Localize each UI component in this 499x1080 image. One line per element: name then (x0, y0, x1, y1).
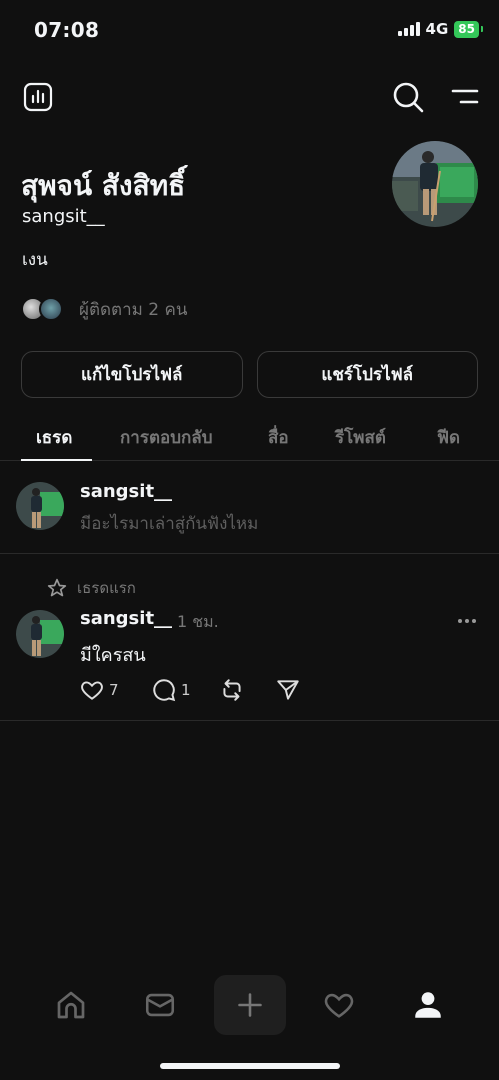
composer-username: sangsit__ (80, 481, 173, 502)
home-icon[interactable] (35, 975, 107, 1035)
more-options-icon[interactable] (458, 619, 476, 623)
home-indicator (160, 1063, 340, 1069)
activity-heart-icon[interactable] (303, 975, 375, 1035)
like-button[interactable]: 7 (79, 677, 119, 703)
composer-avatar (16, 482, 64, 530)
repost-button[interactable] (219, 677, 245, 703)
profile-icon[interactable] (392, 975, 464, 1035)
reply-count: 1 (181, 681, 191, 699)
profile-name: สุพจน์ สังสิทธิ์ (21, 169, 186, 202)
post-time: 1 ชม. (177, 612, 219, 631)
create-icon[interactable] (214, 975, 286, 1035)
bottom-nav (0, 975, 499, 1039)
repost-icon (223, 679, 241, 701)
followers-count: ผู้ติดตาม 2 คน (79, 300, 188, 320)
profile-actions: แก้ไขโปรไฟล์ แชร์โปรไฟล์ (21, 351, 478, 398)
battery-icon: 85 (454, 20, 483, 38)
pinned-text: เธรดแรก (77, 579, 136, 597)
menu-icon[interactable] (450, 86, 480, 108)
profile-avatar[interactable] (392, 141, 478, 227)
edit-profile-button[interactable]: แก้ไขโปรไฟล์ (21, 351, 243, 398)
pinned-label: เธรดแรก (47, 576, 136, 600)
inbox-icon[interactable] (124, 975, 196, 1035)
post-avatar[interactable] (16, 610, 64, 658)
send-icon (277, 680, 299, 700)
comment-icon (153, 679, 176, 702)
like-count: 7 (109, 681, 119, 699)
signal-icon (397, 22, 420, 36)
tab-replies[interactable]: การตอบกลับ (120, 424, 213, 451)
composer-input[interactable]: มีอะไรมาเล่าสู่กันฟังไหม (80, 510, 258, 537)
status-indicators: 4G 85 (397, 20, 483, 38)
profile-handle: sangsit__ (22, 206, 105, 227)
tab-media[interactable]: สื่อ (268, 424, 289, 451)
tab-reposts[interactable]: รีโพสต์ (335, 424, 386, 451)
reply-button[interactable]: 1 (151, 677, 191, 703)
status-bar: 07:08 4G 85 (0, 0, 499, 60)
followers-row[interactable]: ผู้ติดตาม 2 คน (21, 296, 187, 323)
star-icon (47, 578, 67, 597)
active-tab-indicator (21, 459, 92, 461)
thread-post: เธรดแรก sangsit__ 1 ชม. มีใครสน 7 1 (0, 555, 499, 721)
post-text: มีใครสน (80, 645, 146, 666)
bar-chart-icon[interactable] (22, 81, 54, 113)
search-icon[interactable] (391, 80, 425, 114)
post-author[interactable]: sangsit__ (80, 608, 172, 629)
profile-bio: เงน (22, 250, 48, 270)
follower-avatars (21, 296, 69, 323)
status-time: 07:08 (34, 18, 100, 42)
share-profile-button[interactable]: แชร์โปรไฟล์ (256, 351, 478, 398)
heart-icon (81, 681, 103, 700)
tab-threads[interactable]: เธรด (36, 424, 72, 451)
tab-feeds[interactable]: ฟีด (437, 424, 460, 451)
thread-composer[interactable]: sangsit__ มีอะไรมาเล่าสู่กันฟังไหม (0, 462, 499, 554)
network-label: 4G (425, 20, 449, 38)
share-button[interactable] (275, 677, 301, 703)
profile-tabs: เธรด การตอบกลับ สื่อ รีโพสต์ ฟีด (0, 414, 499, 461)
